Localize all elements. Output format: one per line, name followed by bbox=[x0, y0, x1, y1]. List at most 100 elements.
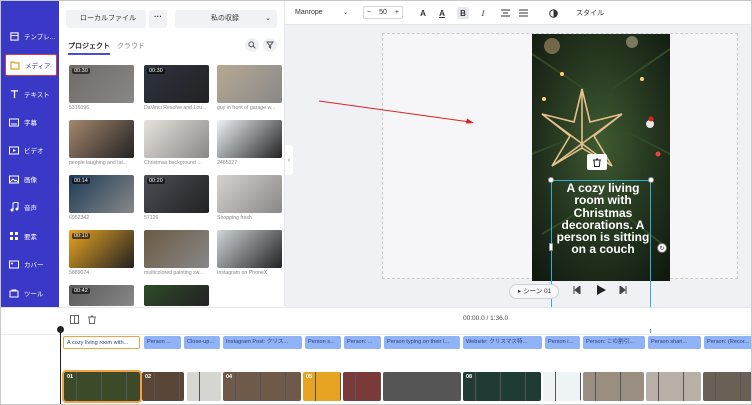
nav-item-template[interactable]: テンプレ... bbox=[5, 25, 57, 47]
line-spacing-icon bbox=[518, 9, 528, 17]
nav-label: 音声 bbox=[24, 205, 37, 212]
caption-segment[interactable]: Person: この割引... bbox=[583, 336, 645, 349]
video-clip[interactable] bbox=[646, 372, 701, 401]
media-thumbnail[interactable] bbox=[144, 285, 209, 306]
video-icon bbox=[9, 145, 19, 155]
chevron-down-icon: ⌄ bbox=[265, 15, 271, 22]
align-center-button[interactable] bbox=[499, 7, 511, 19]
media-thumbnail[interactable] bbox=[217, 65, 282, 103]
size-decrease-button[interactable]: − bbox=[367, 9, 371, 16]
nav-item-audio[interactable]: 音声 bbox=[5, 196, 57, 218]
delete-element-button[interactable] bbox=[587, 154, 607, 170]
caption-segment[interactable]: Person ... bbox=[144, 336, 181, 349]
caption-segment[interactable]: Person typing on their l... bbox=[384, 336, 460, 349]
caption-segment[interactable]: Person: ... bbox=[344, 336, 381, 349]
media-thumbnail[interactable]: 00:30 bbox=[69, 65, 134, 103]
chevron-down-icon[interactable]: ⌄ bbox=[343, 9, 348, 16]
opacity-button[interactable] bbox=[547, 7, 559, 19]
nav-item-image[interactable]: 画像 bbox=[5, 168, 57, 190]
timecode: 00:00.0 / 1:36.0 bbox=[463, 315, 509, 322]
style-button[interactable]: スタイル bbox=[576, 8, 604, 18]
video-clip[interactable] bbox=[343, 372, 381, 401]
scene-selector[interactable]: ▸ シーン 01 bbox=[509, 284, 559, 299]
subtitle-icon bbox=[9, 117, 19, 127]
media-thumbnail[interactable] bbox=[217, 120, 282, 158]
text-color-button[interactable]: A bbox=[417, 7, 429, 19]
media-thumbnail[interactable] bbox=[144, 120, 209, 158]
more-button[interactable]: ··· bbox=[149, 10, 167, 28]
playhead-handle[interactable] bbox=[57, 326, 64, 333]
caption-segment[interactable]: Instagram Post: クリス... bbox=[223, 336, 302, 349]
nav-item-subtitle[interactable]: 字幕 bbox=[5, 111, 57, 133]
skip-back-icon[interactable] bbox=[573, 284, 581, 296]
media-caption: guy in front of garage w... bbox=[217, 105, 276, 111]
media-thumbnail[interactable]: 00:42 bbox=[69, 285, 134, 306]
nav-label: テキスト bbox=[24, 92, 50, 99]
caption-segment[interactable]: A cozy living room with... bbox=[63, 336, 140, 349]
line-spacing-button[interactable] bbox=[517, 7, 529, 19]
collection-select[interactable]: 私の収録 ⌄ bbox=[175, 10, 277, 28]
local-files-button[interactable]: ローカルファイル bbox=[66, 10, 146, 28]
caption-segment[interactable]: Website: クリスマス特... bbox=[463, 336, 542, 349]
resize-handle[interactable] bbox=[648, 177, 654, 183]
search-button[interactable] bbox=[245, 38, 259, 52]
video-clip[interactable]: 08 bbox=[463, 372, 541, 401]
video-clip[interactable] bbox=[703, 372, 751, 401]
nav-label: 字幕 bbox=[24, 120, 37, 127]
caption-segment[interactable]: Person shari... bbox=[648, 336, 701, 349]
play-icon[interactable] bbox=[596, 285, 606, 297]
nav-item-tools[interactable]: ツール bbox=[5, 282, 57, 304]
media-thumbnail[interactable] bbox=[217, 175, 282, 213]
media-thumbnail[interactable]: 00:14 bbox=[69, 175, 134, 213]
caption-segment[interactable]: Person: (Recor... bbox=[704, 336, 751, 349]
timeline-ruler[interactable] bbox=[1, 329, 751, 335]
nav-item-media[interactable]: メディア bbox=[5, 54, 57, 76]
cover-icon bbox=[9, 259, 19, 269]
delete-clip-button[interactable] bbox=[87, 314, 97, 324]
bold-button[interactable]: B bbox=[457, 7, 469, 19]
video-clip[interactable]: 01 bbox=[62, 370, 142, 403]
collapse-panel-button[interactable]: ‹ bbox=[285, 145, 293, 175]
media-thumbnail[interactable]: 00:10 bbox=[69, 230, 134, 268]
split-button[interactable] bbox=[69, 314, 79, 324]
media-thumbnail[interactable]: 00:20 bbox=[144, 175, 209, 213]
caption-segment[interactable]: Person i... bbox=[545, 336, 580, 349]
media-thumbnail[interactable] bbox=[69, 120, 134, 158]
more-label: ··· bbox=[154, 12, 162, 21]
nav-item-text[interactable]: テキスト bbox=[5, 83, 57, 105]
video-clip[interactable] bbox=[583, 372, 644, 401]
video-clip[interactable] bbox=[543, 372, 581, 401]
highlight-label: A bbox=[439, 8, 445, 18]
caption-segment[interactable]: Close-up... bbox=[184, 336, 220, 349]
font-size-stepper[interactable]: − 50 + bbox=[363, 6, 403, 19]
filter-button[interactable] bbox=[263, 38, 277, 52]
nav-item-cover[interactable]: カバー bbox=[5, 253, 57, 275]
resize-handle[interactable] bbox=[549, 243, 553, 251]
video-clip[interactable]: 04 bbox=[223, 372, 301, 401]
italic-button[interactable]: I bbox=[477, 7, 489, 19]
media-thumbnail[interactable] bbox=[217, 230, 282, 268]
caption-segment[interactable]: Person s... bbox=[305, 336, 341, 349]
nav-item-video[interactable]: ビデオ bbox=[5, 139, 57, 161]
skip-forward-icon[interactable] bbox=[619, 284, 627, 296]
font-size-value[interactable]: 50 bbox=[379, 9, 387, 16]
size-increase-button[interactable]: + bbox=[395, 9, 399, 16]
playhead[interactable] bbox=[60, 326, 61, 404]
left-nav: テンプレ... メディア テキスト 字幕 ビデオ 画像 音声 要素 カバー ツー… bbox=[1, 1, 59, 321]
highlight-button[interactable]: A bbox=[436, 7, 448, 19]
media-thumbnail[interactable]: 00:30 bbox=[144, 65, 209, 103]
resize-handle[interactable] bbox=[548, 177, 554, 183]
font-select[interactable]: Manrope bbox=[295, 9, 323, 16]
media-thumbnail[interactable] bbox=[144, 230, 209, 268]
video-clip[interactable] bbox=[187, 372, 221, 401]
music-icon bbox=[9, 202, 19, 212]
nav-item-elements[interactable]: 要素 bbox=[5, 225, 57, 247]
tab-cloud[interactable]: クラウド bbox=[117, 41, 145, 51]
video-clip[interactable]: 05 bbox=[303, 372, 341, 401]
video-clip[interactable]: 02 bbox=[142, 372, 184, 401]
tab-project[interactable]: プロジェクト bbox=[68, 41, 110, 55]
video-clip[interactable] bbox=[383, 372, 461, 401]
clip-number: 08 bbox=[466, 374, 473, 380]
caption-track: A cozy living room with... Person ... Clos… bbox=[1, 336, 751, 350]
rotate-handle[interactable]: ↻ bbox=[657, 243, 667, 253]
